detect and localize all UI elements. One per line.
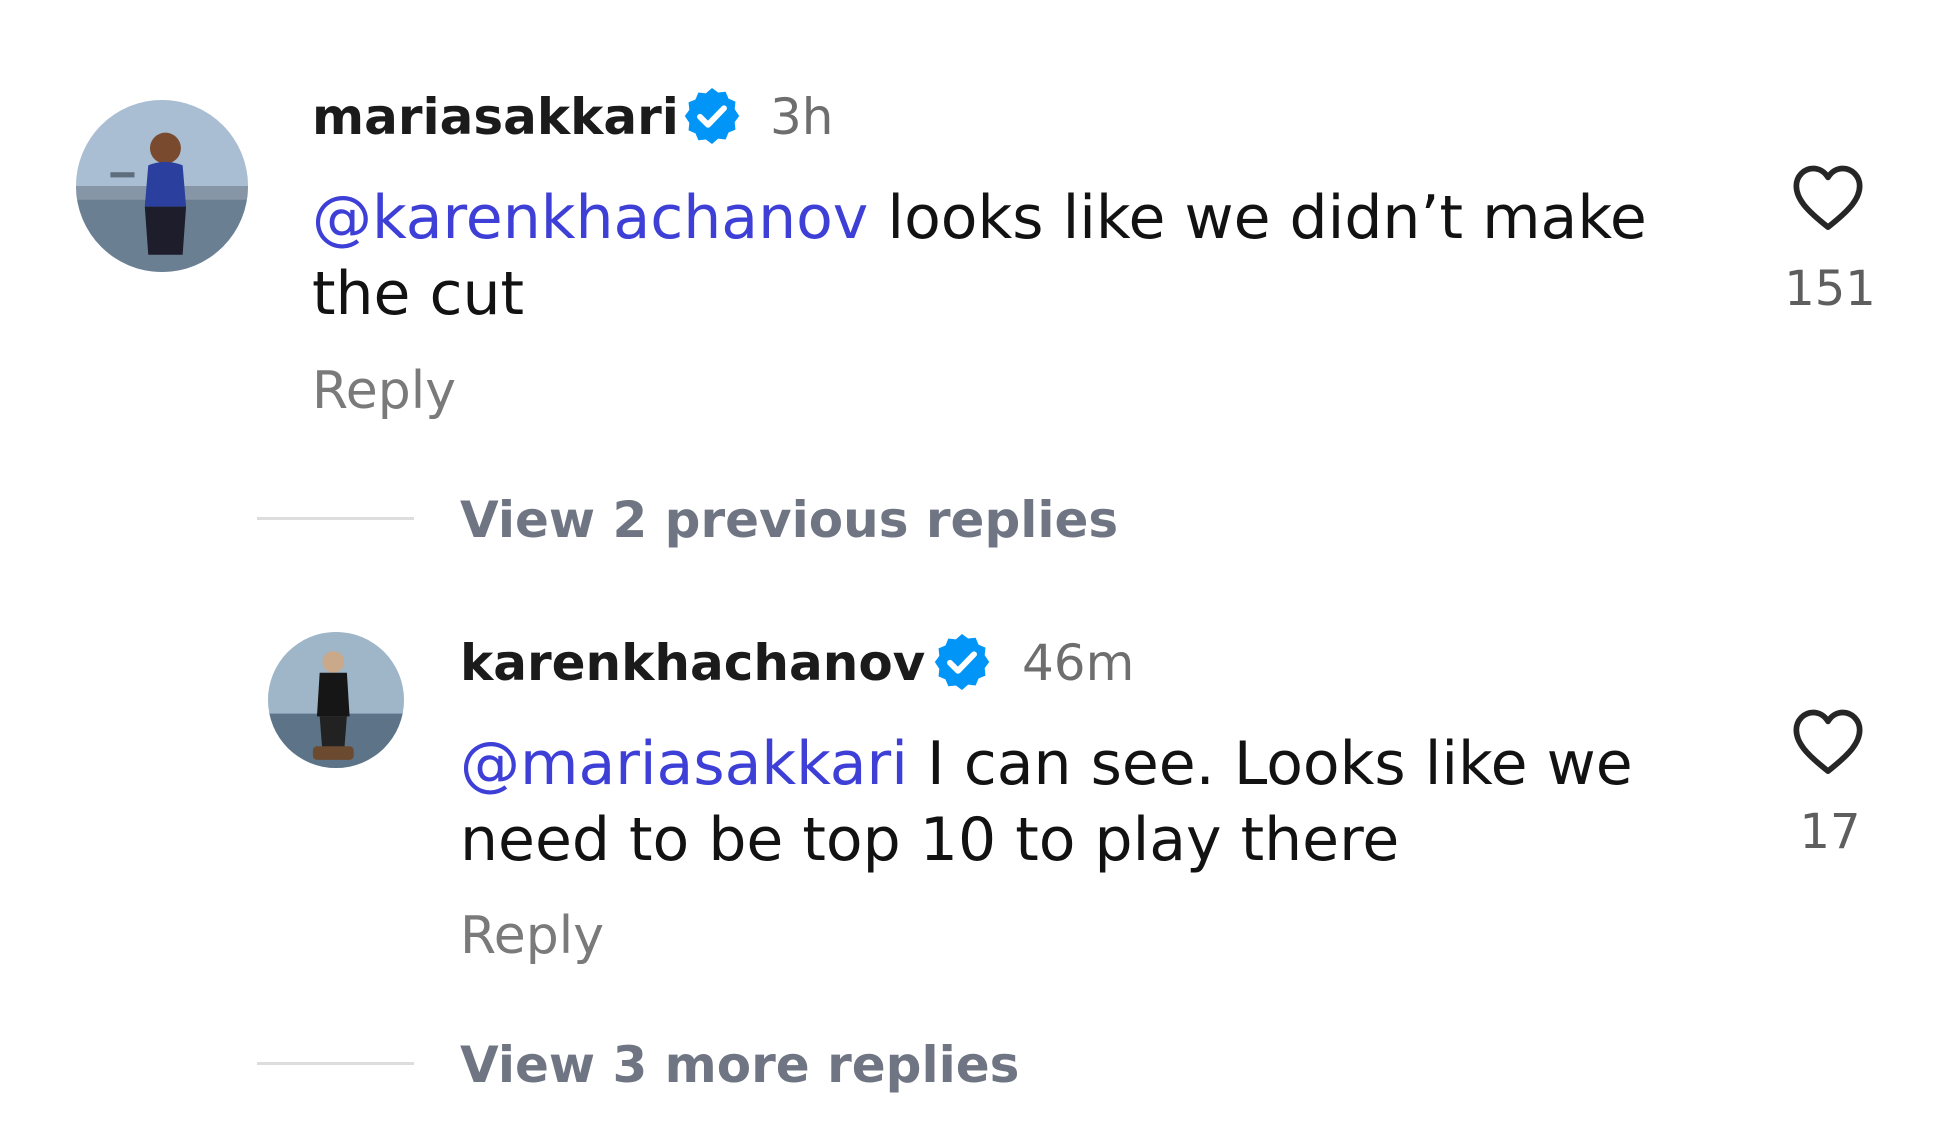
profile-photo-mariasakkari: [76, 100, 248, 272]
like-count: 17: [1799, 804, 1861, 860]
verified-badge-icon: [930, 630, 994, 694]
comment-timestamp: 46m: [1022, 634, 1135, 692]
comment-username[interactable]: mariasakkari: [312, 92, 679, 142]
comment-timestamp: 3h: [770, 88, 834, 146]
view-more-replies-button[interactable]: View 3 more replies: [460, 1040, 1019, 1090]
mention-link[interactable]: @karenkhachanov: [312, 183, 868, 253]
like-heart-icon[interactable]: [1790, 162, 1866, 232]
reply-button[interactable]: Reply: [460, 910, 604, 962]
comment-text-line1: I can see. Looks like we: [907, 729, 1633, 799]
profile-photo-karenkhachanov: [268, 632, 404, 768]
verified-badge-icon: [680, 84, 744, 148]
comment-text-line2: the cut: [312, 259, 525, 329]
view-previous-replies-button[interactable]: View 2 previous replies: [460, 495, 1118, 545]
mention-link[interactable]: @mariasakkari: [460, 729, 908, 799]
comment-username[interactable]: karenkhachanov: [460, 638, 925, 688]
comment-text-line1: looks like we didn’t make: [868, 183, 1647, 253]
like-count: 151: [1784, 261, 1876, 317]
like-heart-icon[interactable]: [1790, 706, 1866, 776]
thread-line: [257, 517, 414, 520]
comment-text-line2: need to be top 10 to play there: [460, 805, 1400, 875]
thread-line: [257, 1062, 414, 1065]
comment-text: @mariasakkari I can see. Looks like we n…: [460, 726, 1633, 878]
reply-button[interactable]: Reply: [312, 365, 456, 417]
comment-text: @karenkhachanov looks like we didn’t mak…: [312, 180, 1647, 332]
avatar-karenkhachanov[interactable]: [268, 632, 404, 768]
avatar-mariasakkari[interactable]: [76, 100, 248, 272]
